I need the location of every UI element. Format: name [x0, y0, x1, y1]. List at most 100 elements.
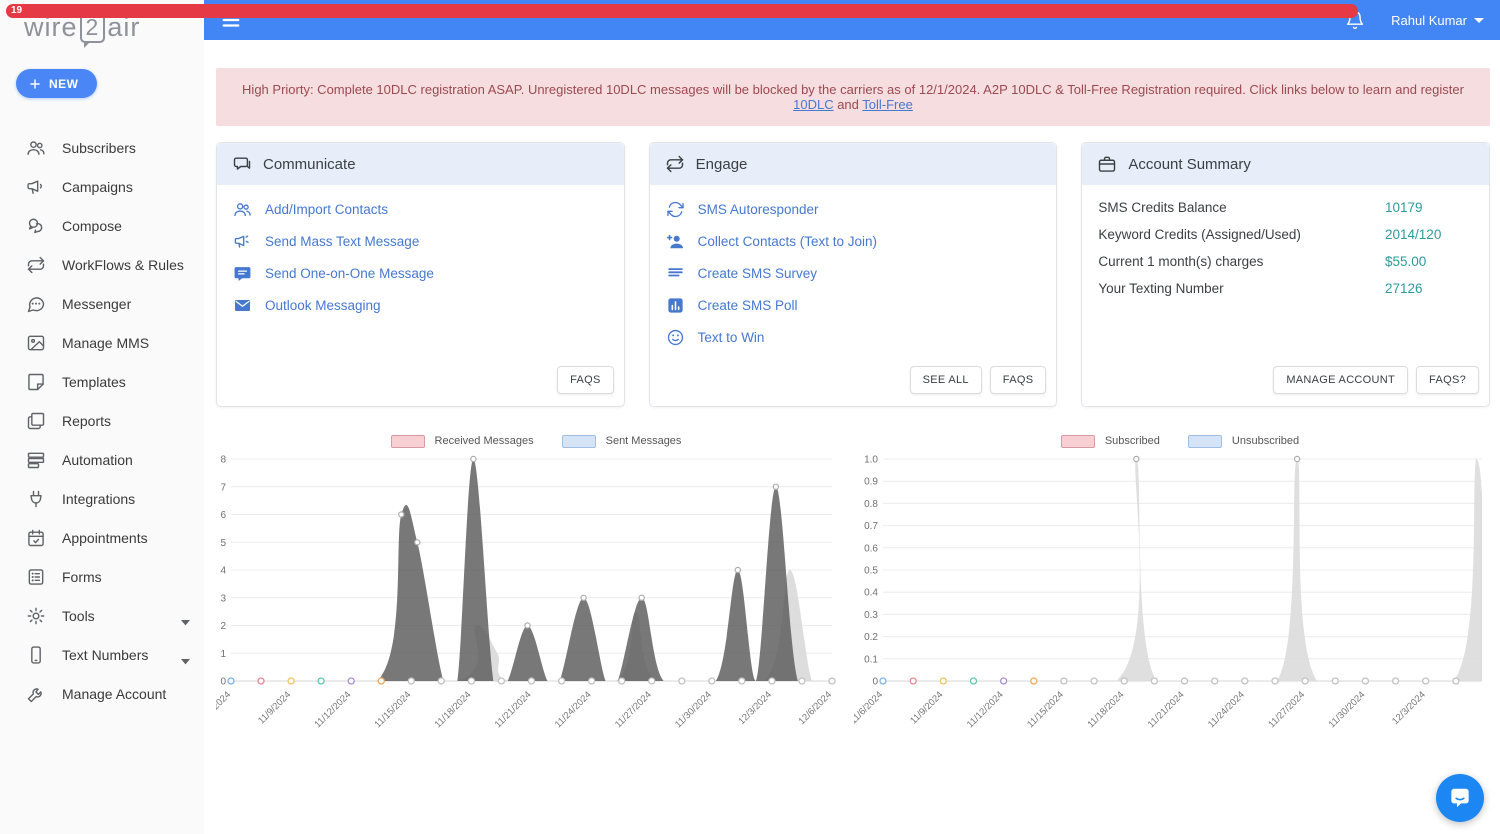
engage-footer-button[interactable]: SEE ALL [910, 366, 982, 394]
one-on-one-icon [233, 264, 252, 283]
sidebar-item[interactable]: Appointments [0, 518, 204, 557]
chat-launcher-button[interactable] [1436, 774, 1484, 822]
faqs-button[interactable]: FAQS [557, 366, 614, 394]
sidebar-item[interactable]: Compose [0, 206, 204, 245]
engage-links: SMS Autoresponder Collect Contacts (Text… [650, 185, 1057, 362]
account-row-value: 27126 [1385, 281, 1473, 296]
svg-text:12/6/2024: 12/6/2024 [796, 689, 834, 727]
survey-icon [666, 264, 685, 283]
sidebar-item[interactable]: Messenger [0, 284, 204, 323]
card-link[interactable]: SMS Autoresponder [666, 200, 1041, 219]
legend-swatch [562, 435, 596, 448]
banner-link-10dlc[interactable]: 10DLC [793, 97, 833, 112]
sidebar-item-label: Messenger [62, 296, 131, 312]
user-menu[interactable]: Rahul Kumar [1391, 13, 1484, 28]
sidebar-item[interactable]: Text Numbers [0, 635, 204, 674]
sidebar: wire2air NEW Subscribers Campaigns Compo… [0, 0, 204, 834]
svg-text:11/12/2024: 11/12/2024 [965, 689, 1006, 730]
autoresponder-icon [666, 200, 685, 219]
textnumbers-icon [26, 645, 46, 665]
text-to-win-icon [666, 328, 685, 347]
svg-text:11/27/2024: 11/27/2024 [613, 689, 654, 730]
sidebar-item-label: Templates [62, 374, 126, 390]
reports-icon [26, 411, 46, 431]
svg-text:11/27/2024: 11/27/2024 [1266, 689, 1307, 730]
sidebar-item[interactable]: Subscribers [0, 128, 204, 167]
tools-icon [26, 606, 46, 626]
outlook-icon [233, 296, 252, 315]
svg-text:1.0: 1.0 [864, 455, 878, 466]
legend-label: Subscribed [1105, 435, 1160, 447]
card-link[interactable]: Create SMS Survey [666, 264, 1041, 283]
svg-text:11/9/2024: 11/9/2024 [908, 689, 945, 726]
engage-footer-button[interactable]: FAQS [990, 366, 1047, 394]
sidebar-item[interactable]: Templates [0, 362, 204, 401]
templates-icon [26, 372, 46, 392]
sidebar-item[interactable]: Integrations [0, 479, 204, 518]
card-link[interactable]: Add/Import Contacts [233, 200, 608, 219]
svg-text:0: 0 [220, 677, 226, 688]
svg-text:11/21/2024: 11/21/2024 [493, 689, 534, 730]
svg-text:11/30/2024: 11/30/2024 [1327, 689, 1368, 730]
campaigns-icon [26, 177, 46, 197]
svg-text:11/15/2024: 11/15/2024 [1025, 689, 1066, 730]
card-link[interactable]: Send Mass Text Message [233, 232, 608, 251]
card-link[interactable]: Text to Win [666, 328, 1041, 347]
svg-text:11/21/2024: 11/21/2024 [1146, 689, 1187, 730]
sidebar-item[interactable]: Tools [0, 596, 204, 635]
account-footer-button[interactable]: MANAGE ACCOUNT [1273, 366, 1408, 394]
poll-icon [666, 296, 685, 315]
account-summary-rows: SMS Credits Balance 10179 Keyword Credit… [1082, 185, 1489, 362]
svg-text:0.5: 0.5 [864, 566, 878, 577]
subscribers-chart-legend: SubscribedUnsubscribed [854, 433, 1488, 449]
new-button[interactable]: NEW [16, 69, 97, 98]
sidebar-item[interactable]: Automation [0, 440, 204, 479]
mms-icon [26, 333, 46, 353]
svg-text:0.1: 0.1 [864, 654, 878, 665]
sidebar-item[interactable]: WorkFlows & Rules [0, 245, 204, 284]
sidebar-item[interactable]: Manage MMS [0, 323, 204, 362]
account-summary-row: Current 1 month(s) charges $55.00 [1098, 254, 1473, 269]
card-link-label: Collect Contacts (Text to Join) [698, 234, 877, 249]
svg-text:0.6: 0.6 [864, 543, 878, 554]
communicate-card-header: Communicate [217, 143, 624, 185]
legend-swatch [1061, 435, 1095, 448]
svg-text:0.7: 0.7 [864, 521, 878, 532]
manageaccount-icon [26, 684, 46, 704]
legend-swatch [1188, 435, 1222, 448]
chevron-down-icon [181, 613, 190, 619]
svg-text:12/3/2024: 12/3/2024 [736, 689, 774, 727]
sidebar-item-label: Integrations [62, 491, 135, 507]
card-link[interactable]: Outlook Messaging [233, 296, 608, 315]
sidebar-item[interactable]: Forms [0, 557, 204, 596]
sidebar-item[interactable]: Reports [0, 401, 204, 440]
svg-text:7: 7 [220, 482, 226, 493]
sidebar-item[interactable]: Campaigns [0, 167, 204, 206]
svg-text:0.3: 0.3 [864, 610, 878, 621]
sidebar-item[interactable]: Manage Account [0, 674, 204, 713]
svg-text:0.8: 0.8 [864, 499, 878, 510]
card-link-label: Create SMS Survey [698, 266, 817, 281]
banner-and: and [834, 97, 863, 112]
svg-text:11/18/2024: 11/18/2024 [433, 689, 474, 730]
sidebar-item-label: Reports [62, 413, 111, 429]
sidebar-item-label: Tools [62, 608, 95, 624]
svg-text:6: 6 [220, 510, 226, 521]
sidebar-item-label: Text Numbers [62, 647, 148, 663]
sidebar-item-label: Manage MMS [62, 335, 149, 351]
banner-link-tollfree[interactable]: Toll-Free [862, 97, 913, 112]
card-link-label: Text to Win [698, 330, 765, 345]
account-row-value: $55.00 [1385, 254, 1473, 269]
chevron-down-icon [181, 652, 190, 658]
account-row-value: 10179 [1385, 200, 1473, 215]
card-link[interactable]: Create SMS Poll [666, 296, 1041, 315]
sidebar-item-label: Campaigns [62, 179, 133, 195]
account-summary-row: Your Texting Number 27126 [1098, 281, 1473, 296]
account-footer-button[interactable]: FAQS? [1416, 366, 1479, 394]
card-link[interactable]: Collect Contacts (Text to Join) [666, 232, 1041, 251]
chat-duo-icon [232, 154, 252, 174]
card-link[interactable]: Send One-on-One Message [233, 264, 608, 283]
svg-text:0.2: 0.2 [864, 632, 878, 643]
legend-label: Sent Messages [606, 435, 682, 447]
sidebar-item-label: Forms [62, 569, 102, 585]
